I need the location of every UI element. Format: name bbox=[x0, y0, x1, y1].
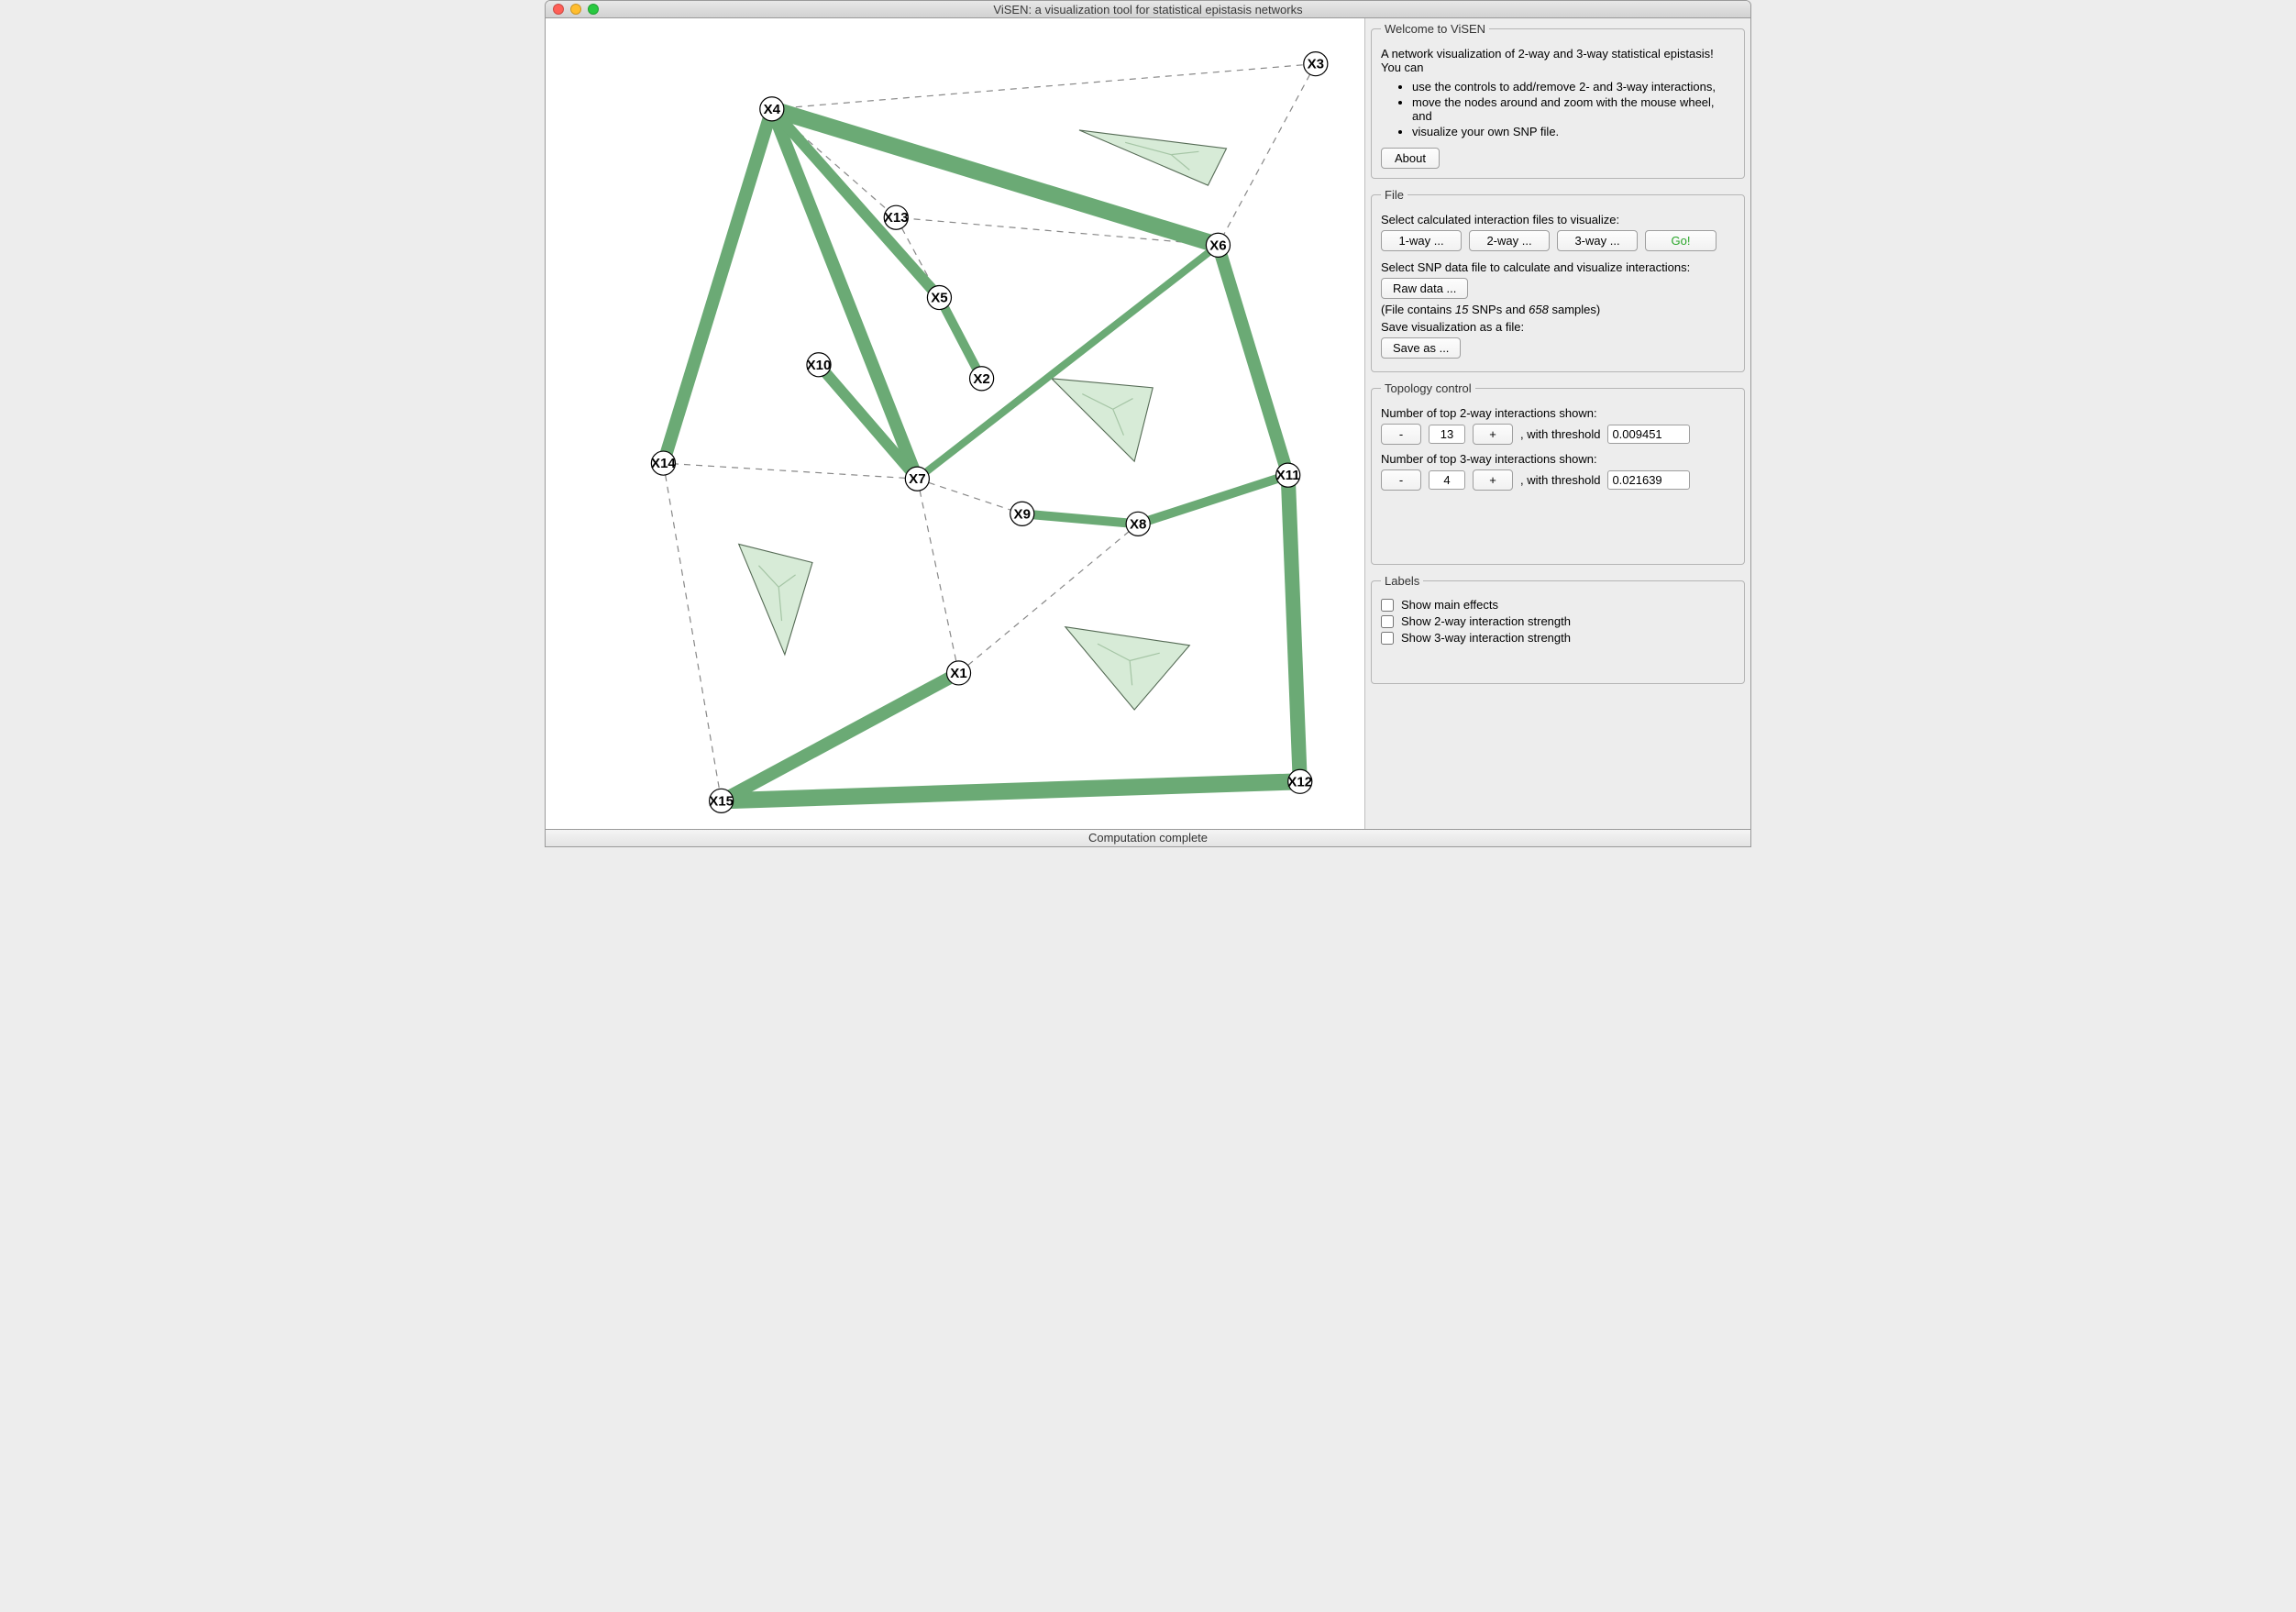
node-x6[interactable]: X6 bbox=[1206, 233, 1230, 257]
close-icon[interactable] bbox=[553, 4, 564, 15]
node-x9[interactable]: X9 bbox=[1010, 502, 1034, 525]
file-calc-label: Select calculated interaction files to v… bbox=[1381, 213, 1735, 226]
show-2way-label: Show 2-way interaction strength bbox=[1401, 614, 1571, 628]
file-save-label: Save visualization as a file: bbox=[1381, 320, 1735, 334]
svg-text:X7: X7 bbox=[909, 471, 925, 487]
welcome-bullet: move the nodes around and zoom with the … bbox=[1412, 95, 1735, 123]
node-x7[interactable]: X7 bbox=[905, 467, 929, 491]
topology-legend: Topology control bbox=[1381, 381, 1475, 395]
threeway-count-label: Number of top 3-way interactions shown: bbox=[1381, 452, 1735, 466]
twoway-threshold-input[interactable] bbox=[1607, 425, 1690, 444]
svg-text:X6: X6 bbox=[1209, 237, 1226, 253]
show-main-effects-label: Show main effects bbox=[1401, 598, 1498, 612]
topology-panel: Topology control Number of top 2-way int… bbox=[1371, 381, 1745, 565]
file-legend: File bbox=[1381, 188, 1407, 202]
node-x1[interactable]: X1 bbox=[946, 661, 970, 685]
svg-text:X8: X8 bbox=[1130, 516, 1146, 532]
side-panel: Welcome to ViSEN A network visualization… bbox=[1365, 18, 1750, 829]
node-x12[interactable]: X12 bbox=[1287, 769, 1312, 793]
welcome-bullet: visualize your own SNP file. bbox=[1412, 125, 1735, 138]
svg-text:X1: X1 bbox=[950, 666, 966, 681]
node-x3[interactable]: X3 bbox=[1304, 52, 1328, 76]
window-title: ViSEN: a visualization tool for statisti… bbox=[553, 3, 1743, 17]
node-x14[interactable]: X14 bbox=[651, 451, 676, 475]
svg-text:X5: X5 bbox=[931, 291, 947, 306]
twoway-plus-button[interactable]: + bbox=[1473, 424, 1513, 445]
threeway-minus-button[interactable]: - bbox=[1381, 469, 1421, 491]
threeway-threshold-input[interactable] bbox=[1607, 470, 1690, 490]
show-2way-row[interactable]: Show 2-way interaction strength bbox=[1381, 614, 1735, 628]
network-canvas[interactable]: X1 X2 X3 X4 X5 X6 X7 X8 X9 X10 X11 X12 X13 X14 X15 bbox=[546, 18, 1365, 829]
show-3way-label: Show 3-way interaction strength bbox=[1401, 631, 1571, 645]
node-x10[interactable]: X10 bbox=[807, 353, 832, 377]
welcome-bullet: use the controls to add/remove 2- and 3-… bbox=[1412, 80, 1735, 94]
svg-text:X15: X15 bbox=[709, 793, 734, 809]
welcome-panel: Welcome to ViSEN A network visualization… bbox=[1371, 22, 1745, 179]
svg-text:X10: X10 bbox=[807, 358, 832, 373]
threeway-button[interactable]: 3-way ... bbox=[1557, 230, 1638, 251]
about-button[interactable]: About bbox=[1381, 148, 1440, 169]
go-button[interactable]: Go! bbox=[1645, 230, 1716, 251]
welcome-bullets: use the controls to add/remove 2- and 3-… bbox=[1381, 80, 1735, 138]
svg-text:X2: X2 bbox=[973, 371, 989, 387]
node-x15[interactable]: X15 bbox=[709, 789, 734, 812]
saveas-button[interactable]: Save as ... bbox=[1381, 337, 1461, 359]
file-panel: File Select calculated interaction files… bbox=[1371, 188, 1745, 372]
twoway-count-input[interactable] bbox=[1429, 425, 1465, 444]
labels-panel: Labels Show main effects Show 2-way inte… bbox=[1371, 574, 1745, 684]
threeway-plus-button[interactable]: + bbox=[1473, 469, 1513, 491]
twoway-minus-button[interactable]: - bbox=[1381, 424, 1421, 445]
titlebar: ViSEN: a visualization tool for statisti… bbox=[546, 1, 1750, 18]
network-svg[interactable]: X1 X2 X3 X4 X5 X6 X7 X8 X9 X10 X11 X12 X13 X14 X15 bbox=[546, 18, 1364, 829]
welcome-intro: A network visualization of 2-way and 3-w… bbox=[1381, 47, 1735, 74]
show-3way-checkbox[interactable] bbox=[1381, 632, 1394, 645]
twoway-button[interactable]: 2-way ... bbox=[1469, 230, 1550, 251]
twoway-threshold-label: , with threshold bbox=[1520, 427, 1600, 441]
twoway-count-label: Number of top 2-way interactions shown: bbox=[1381, 406, 1735, 420]
svg-text:X9: X9 bbox=[1014, 506, 1031, 522]
node-x5[interactable]: X5 bbox=[927, 285, 951, 309]
status-text: Computation complete bbox=[1088, 831, 1208, 845]
node-x11[interactable]: X11 bbox=[1276, 463, 1300, 487]
svg-text:X14: X14 bbox=[651, 456, 676, 471]
oneway-button[interactable]: 1-way ... bbox=[1381, 230, 1462, 251]
labels-legend: Labels bbox=[1381, 574, 1423, 588]
content-area: X1 X2 X3 X4 X5 X6 X7 X8 X9 X10 X11 X12 X13 X14 X15 Wel… bbox=[546, 18, 1750, 829]
welcome-legend: Welcome to ViSEN bbox=[1381, 22, 1489, 36]
show-2way-checkbox[interactable] bbox=[1381, 615, 1394, 628]
sample-count: 658 bbox=[1529, 303, 1549, 316]
rawdata-button[interactable]: Raw data ... bbox=[1381, 278, 1468, 299]
svg-text:X11: X11 bbox=[1276, 468, 1300, 483]
snp-count: 15 bbox=[1455, 303, 1468, 316]
svg-text:X12: X12 bbox=[1287, 774, 1312, 789]
file-info: (File contains 15 SNPs and 658 samples) bbox=[1381, 303, 1735, 316]
show-3way-row[interactable]: Show 3-way interaction strength bbox=[1381, 631, 1735, 645]
svg-text:X13: X13 bbox=[884, 210, 909, 226]
zoom-icon[interactable] bbox=[588, 4, 599, 15]
svg-text:X3: X3 bbox=[1308, 57, 1324, 72]
node-x13[interactable]: X13 bbox=[884, 205, 909, 229]
show-main-effects-checkbox[interactable] bbox=[1381, 599, 1394, 612]
node-x2[interactable]: X2 bbox=[970, 367, 994, 391]
node-x4[interactable]: X4 bbox=[760, 97, 784, 121]
window-controls bbox=[553, 4, 599, 15]
minimize-icon[interactable] bbox=[570, 4, 581, 15]
show-main-effects-row[interactable]: Show main effects bbox=[1381, 598, 1735, 612]
statusbar: Computation complete bbox=[546, 829, 1750, 846]
app-window: ViSEN: a visualization tool for statisti… bbox=[545, 0, 1751, 847]
threeway-count-input[interactable] bbox=[1429, 470, 1465, 490]
svg-text:X4: X4 bbox=[764, 102, 781, 117]
node-x8[interactable]: X8 bbox=[1126, 512, 1150, 535]
threeway-threshold-label: , with threshold bbox=[1520, 473, 1600, 487]
file-snp-label: Select SNP data file to calculate and vi… bbox=[1381, 260, 1735, 274]
